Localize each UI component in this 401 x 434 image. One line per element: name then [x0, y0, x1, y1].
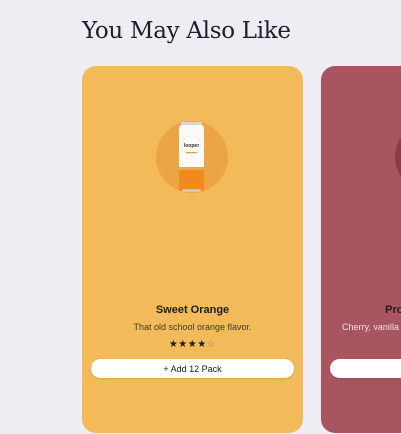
product-name[interactable]: Pro: [385, 304, 401, 316]
product-carousel[interactable]: looper Sweet Orange That old school oran…: [0, 0, 401, 434]
product-description: Cherry, vanilla: [342, 322, 399, 332]
product-can-image[interactable]: looper: [178, 121, 205, 194]
star-icon: ★: [197, 339, 207, 350]
star-icon: ★: [187, 339, 198, 350]
product-rating: ★★★★☆: [82, 339, 303, 350]
add-to-cart-button[interactable]: [330, 359, 401, 378]
product-name[interactable]: Sweet Orange: [82, 304, 303, 316]
star-empty-icon: ☆: [206, 339, 217, 350]
product-card[interactable]: Pro Cherry, vanilla: [321, 66, 401, 433]
product-description: That old school orange flavor.: [133, 322, 252, 332]
can-brand-text: looper: [184, 143, 199, 149]
product-image-halo: [395, 121, 401, 193]
product-card[interactable]: looper Sweet Orange That old school oran…: [82, 66, 303, 433]
star-icon: ★: [168, 339, 179, 350]
add-to-cart-button[interactable]: + Add 12 Pack: [91, 359, 294, 378]
star-icon: ★: [178, 339, 188, 350]
